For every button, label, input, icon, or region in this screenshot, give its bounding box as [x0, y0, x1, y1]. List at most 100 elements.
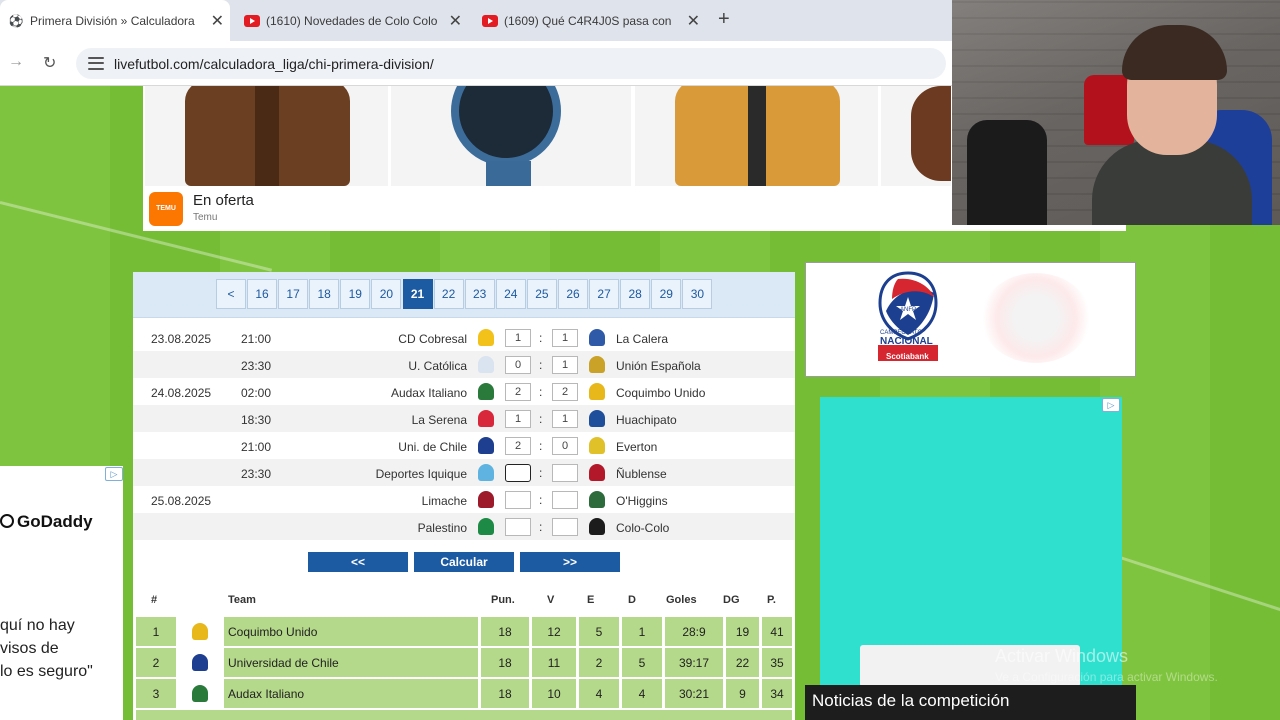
- score-separator: :: [539, 412, 543, 426]
- round-button-17[interactable]: 17: [278, 279, 309, 309]
- col-goals[interactable]: Goles: [666, 594, 697, 606]
- away-score-input[interactable]: 0: [552, 437, 578, 455]
- standings-row[interactable]: 2 Universidad de Chile 18 11 2 5 39:17 22 35: [136, 648, 792, 677]
- score-separator: :: [539, 331, 543, 345]
- round-button-18[interactable]: 18: [309, 279, 340, 309]
- round-button-23[interactable]: 23: [464, 279, 495, 309]
- away-score-input[interactable]: [552, 464, 578, 482]
- home-score-input[interactable]: 1: [505, 329, 531, 347]
- standings-pos: 2: [136, 648, 176, 677]
- tab-calculadora[interactable]: ⚽ Primera División » Calculadora ✕: [0, 0, 230, 41]
- score-separator: :: [539, 466, 543, 480]
- calculate-button[interactable]: Calcular: [414, 552, 514, 572]
- col-pos[interactable]: #: [151, 594, 157, 606]
- ad-offer-label[interactable]: En oferta: [193, 192, 254, 209]
- col-team[interactable]: Team: [228, 594, 256, 606]
- away-crest-icon: [589, 437, 605, 454]
- teal-ad[interactable]: [820, 397, 1122, 687]
- home-score-input[interactable]: [505, 491, 531, 509]
- livefutbol-icon: ⚽: [8, 13, 24, 28]
- previous-round-button[interactable]: <<: [308, 552, 408, 572]
- tab-title: (1609) Qué C4R4J0S pasa con P: [504, 13, 674, 28]
- standings-dg: 22: [726, 648, 759, 677]
- col-lost[interactable]: D: [628, 594, 636, 606]
- home-score-input[interactable]: 1: [505, 410, 531, 428]
- round-button-27[interactable]: 27: [589, 279, 620, 309]
- windows-activation-watermark: Activar Windows: [995, 646, 1129, 666]
- away-crest-icon: [589, 410, 605, 427]
- forward-icon[interactable]: →: [8, 53, 24, 71]
- away-crest-icon: [589, 329, 605, 346]
- round-button-16[interactable]: 16: [247, 279, 277, 309]
- league-calculator-panel: <16 17 18 19 20 21 22 23 24 25 26 27 28 29 30 23.08.20…: [133, 272, 795, 720]
- round-button-26[interactable]: 26: [558, 279, 588, 309]
- away-team: Huachipato: [616, 413, 677, 427]
- home-crest-icon: [478, 518, 494, 535]
- standings-goles: 30:21: [665, 679, 723, 708]
- godaddy-mark-icon: [0, 514, 14, 528]
- round-button-22[interactable]: 22: [433, 279, 464, 309]
- adchoices-icon[interactable]: ▷: [1102, 398, 1120, 412]
- round-button-21[interactable]: 21: [402, 279, 433, 309]
- standings-team[interactable]: Universidad de Chile: [224, 648, 478, 677]
- match-time: 02:00: [241, 386, 272, 400]
- product-shoe-image[interactable]: [881, 86, 951, 186]
- match-row: 23.08.2025 21:00 CD Cobresal 1:1 La Calera: [133, 324, 795, 351]
- close-tab-icon[interactable]: ✕: [449, 11, 462, 31]
- round-button-24[interactable]: 24: [495, 279, 526, 309]
- home-crest-icon: [478, 464, 494, 481]
- news-section-header[interactable]: Noticias de la competición: [805, 685, 1136, 720]
- match-row: 25.08.2025 Limache: O'Higgins: [133, 486, 795, 513]
- site-settings-icon[interactable]: [88, 56, 104, 72]
- col-played[interactable]: Pun.: [491, 594, 515, 606]
- col-goal-diff[interactable]: DG: [723, 594, 740, 606]
- round-button-28[interactable]: 28: [620, 279, 651, 309]
- home-score-input[interactable]: 2: [505, 437, 531, 455]
- next-round-button[interactable]: >>: [520, 552, 620, 572]
- adchoices-icon[interactable]: ▷: [105, 467, 123, 481]
- home-score-input[interactable]: 2: [505, 383, 531, 401]
- product-watch-image[interactable]: [391, 86, 631, 186]
- standings-p: 41: [762, 617, 792, 646]
- round-button-25[interactable]: 25: [526, 279, 557, 309]
- home-crest-icon: [478, 491, 494, 508]
- url-field[interactable]: livefutbol.com/calculadora_liga/chi-prim…: [76, 48, 946, 79]
- home-score-input[interactable]: [505, 518, 531, 536]
- standings-row[interactable]: 3 Audax Italiano 18 10 4 4 30:21 9 34: [136, 679, 792, 708]
- home-score-input[interactable]: [505, 464, 531, 482]
- col-won[interactable]: V: [547, 594, 554, 606]
- away-score-input[interactable]: [552, 491, 578, 509]
- pager-prev-button[interactable]: <: [216, 279, 246, 309]
- match-time: 21:00: [241, 440, 272, 454]
- standings-team[interactable]: Audax Italiano: [224, 679, 478, 708]
- round-button-20[interactable]: 20: [371, 279, 402, 309]
- home-team: Uni. de Chile: [398, 440, 467, 454]
- close-tab-icon[interactable]: ✕: [211, 11, 224, 31]
- logo-blur-graphic: [981, 273, 1091, 363]
- away-score-input[interactable]: 1: [552, 356, 578, 374]
- away-score-input[interactable]: 1: [552, 410, 578, 428]
- home-team: Palestino: [417, 521, 467, 535]
- col-points[interactable]: P.: [767, 594, 776, 606]
- round-button-19[interactable]: 19: [340, 279, 371, 309]
- away-score-input[interactable]: 1: [552, 329, 578, 347]
- tab-youtube-1[interactable]: (1610) Novedades de Colo Colo ✕: [236, 5, 468, 36]
- product-coat-image[interactable]: [635, 86, 878, 186]
- col-draw[interactable]: E: [587, 594, 594, 606]
- reload-icon[interactable]: ↻: [43, 53, 56, 73]
- away-score-input[interactable]: 2: [552, 383, 578, 401]
- round-button-30[interactable]: 30: [682, 279, 713, 309]
- tab-youtube-2[interactable]: (1609) Qué C4R4J0S pasa con P ✕: [474, 5, 706, 36]
- campeonato-nacional-logo[interactable]: ANFP CAMPEONATO NACIONAL Scotiabank: [805, 262, 1136, 377]
- away-score-input[interactable]: [552, 518, 578, 536]
- home-team: Audax Italiano: [390, 386, 467, 400]
- product-jacket-image[interactable]: [145, 86, 388, 186]
- youtube-icon: [244, 13, 260, 29]
- round-button-29[interactable]: 29: [651, 279, 682, 309]
- close-tab-icon[interactable]: ✕: [687, 11, 700, 31]
- standings-row[interactable]: 1 Coquimbo Unido 18 12 5 1 28:9 19 41: [136, 617, 792, 646]
- home-score-input[interactable]: 0: [505, 356, 531, 374]
- new-tab-button[interactable]: +: [718, 8, 730, 31]
- standings-pj: 18: [481, 679, 529, 708]
- standings-team[interactable]: Coquimbo Unido: [224, 617, 478, 646]
